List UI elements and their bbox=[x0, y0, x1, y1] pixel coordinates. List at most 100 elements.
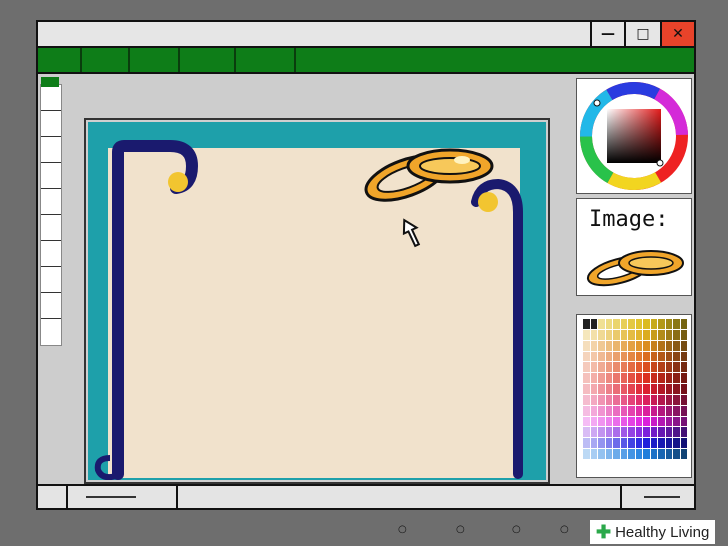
color-swatch[interactable] bbox=[665, 438, 672, 449]
tool-slot[interactable] bbox=[41, 319, 61, 345]
color-swatch[interactable] bbox=[650, 351, 657, 362]
color-swatch[interactable] bbox=[635, 438, 642, 449]
color-swatch[interactable] bbox=[650, 405, 657, 416]
color-swatch[interactable] bbox=[605, 373, 612, 384]
color-swatch[interactable] bbox=[613, 373, 620, 384]
color-swatch[interactable] bbox=[680, 416, 687, 427]
tool-slot[interactable] bbox=[41, 163, 61, 189]
color-swatch[interactable] bbox=[643, 373, 650, 384]
color-swatch[interactable] bbox=[665, 394, 672, 405]
color-swatch[interactable] bbox=[598, 340, 605, 351]
tool-slot[interactable] bbox=[41, 241, 61, 267]
color-swatch[interactable] bbox=[635, 373, 642, 384]
color-swatch[interactable] bbox=[680, 340, 687, 351]
color-swatch[interactable] bbox=[605, 438, 612, 449]
color-swatch[interactable] bbox=[673, 416, 680, 427]
color-swatch[interactable] bbox=[583, 416, 590, 427]
color-swatch[interactable] bbox=[665, 416, 672, 427]
color-swatch[interactable] bbox=[643, 384, 650, 394]
tool-slot[interactable] bbox=[41, 85, 61, 111]
color-swatch[interactable] bbox=[598, 329, 605, 340]
color-swatch[interactable] bbox=[635, 319, 642, 329]
color-swatch[interactable] bbox=[613, 384, 620, 394]
color-swatch[interactable] bbox=[605, 416, 612, 427]
color-swatch[interactable] bbox=[643, 362, 650, 373]
color-swatch[interactable] bbox=[613, 351, 620, 362]
color-swatch[interactable] bbox=[598, 384, 605, 394]
menu-item-5[interactable] bbox=[236, 48, 296, 72]
color-swatch[interactable] bbox=[673, 449, 680, 459]
color-swatch[interactable] bbox=[605, 362, 612, 373]
color-swatch[interactable] bbox=[650, 416, 657, 427]
color-swatch[interactable] bbox=[605, 351, 612, 362]
color-swatch[interactable] bbox=[590, 384, 597, 394]
color-swatch[interactable] bbox=[583, 384, 590, 394]
color-swatch[interactable] bbox=[658, 351, 665, 362]
color-swatch[interactable] bbox=[613, 362, 620, 373]
color-swatch[interactable] bbox=[598, 416, 605, 427]
color-swatch[interactable] bbox=[605, 405, 612, 416]
color-swatch[interactable] bbox=[613, 405, 620, 416]
menu-item-3[interactable] bbox=[130, 48, 180, 72]
color-swatch[interactable] bbox=[605, 340, 612, 351]
color-swatch[interactable] bbox=[598, 405, 605, 416]
color-swatch[interactable] bbox=[590, 340, 597, 351]
tool-slot[interactable] bbox=[41, 137, 61, 163]
color-swatch[interactable] bbox=[635, 329, 642, 340]
color-swatch[interactable] bbox=[643, 449, 650, 459]
color-swatch[interactable] bbox=[598, 449, 605, 459]
color-swatch[interactable] bbox=[605, 427, 612, 438]
color-swatch[interactable] bbox=[598, 427, 605, 438]
color-swatch[interactable] bbox=[583, 329, 590, 340]
color-swatch[interactable] bbox=[665, 449, 672, 459]
color-swatch[interactable] bbox=[620, 319, 627, 329]
color-swatch[interactable] bbox=[650, 373, 657, 384]
color-swatch[interactable] bbox=[605, 319, 612, 329]
color-swatch[interactable] bbox=[665, 340, 672, 351]
color-swatch[interactable] bbox=[680, 319, 687, 329]
color-swatch[interactable] bbox=[665, 384, 672, 394]
color-swatch[interactable] bbox=[613, 340, 620, 351]
color-swatch[interactable] bbox=[673, 405, 680, 416]
color-picker[interactable] bbox=[576, 78, 692, 194]
color-swatch[interactable] bbox=[635, 351, 642, 362]
color-swatch[interactable] bbox=[643, 416, 650, 427]
color-swatch[interactable] bbox=[643, 427, 650, 438]
color-swatch[interactable] bbox=[673, 438, 680, 449]
color-swatch[interactable] bbox=[583, 362, 590, 373]
monitor-button[interactable]: ○ bbox=[456, 524, 465, 535]
color-swatch[interactable] bbox=[635, 384, 642, 394]
color-swatch[interactable] bbox=[658, 405, 665, 416]
color-swatch[interactable] bbox=[673, 319, 680, 329]
tool-slot[interactable] bbox=[41, 293, 61, 319]
color-swatch[interactable] bbox=[598, 362, 605, 373]
color-swatch[interactable] bbox=[643, 405, 650, 416]
color-swatch[interactable] bbox=[680, 438, 687, 449]
monitor-button[interactable]: ○ bbox=[398, 524, 407, 535]
color-swatch[interactable] bbox=[590, 416, 597, 427]
color-swatch[interactable] bbox=[620, 394, 627, 405]
color-swatch[interactable] bbox=[650, 449, 657, 459]
tool-slot[interactable] bbox=[41, 215, 61, 241]
color-swatch[interactable] bbox=[590, 427, 597, 438]
color-swatch[interactable] bbox=[658, 416, 665, 427]
color-swatch[interactable] bbox=[598, 351, 605, 362]
color-swatch[interactable] bbox=[590, 329, 597, 340]
color-swatch[interactable] bbox=[613, 449, 620, 459]
color-swatch[interactable] bbox=[635, 394, 642, 405]
color-swatch[interactable] bbox=[605, 394, 612, 405]
color-swatch[interactable] bbox=[620, 384, 627, 394]
color-swatch[interactable] bbox=[628, 384, 635, 394]
tool-slot[interactable] bbox=[41, 189, 61, 215]
color-swatch[interactable] bbox=[613, 319, 620, 329]
color-swatch[interactable] bbox=[680, 449, 687, 459]
color-swatch[interactable] bbox=[680, 329, 687, 340]
color-swatch[interactable] bbox=[620, 373, 627, 384]
color-swatch[interactable] bbox=[643, 329, 650, 340]
color-swatch[interactable] bbox=[680, 405, 687, 416]
color-swatch[interactable] bbox=[665, 427, 672, 438]
color-swatch[interactable] bbox=[658, 427, 665, 438]
tool-slot[interactable] bbox=[41, 267, 61, 293]
menu-item-1[interactable] bbox=[38, 48, 82, 72]
color-swatch[interactable] bbox=[583, 394, 590, 405]
